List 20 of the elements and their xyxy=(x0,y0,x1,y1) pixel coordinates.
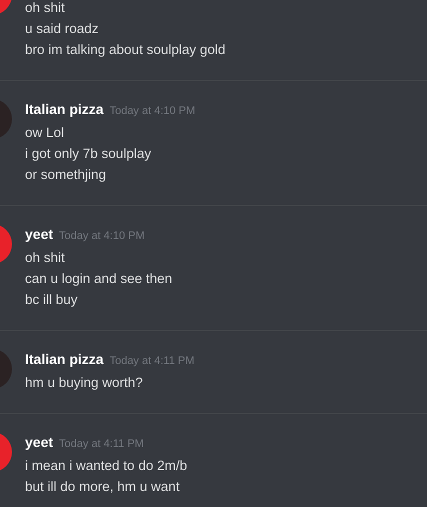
message-text: oh shit xyxy=(25,0,66,17)
message-text: but ill do more, hm u want xyxy=(25,478,181,496)
message-text: oh shit xyxy=(25,249,66,267)
message-text: or somethjing xyxy=(25,166,108,184)
message-text: ow Lol xyxy=(25,124,66,142)
username[interactable]: Italian pizza xyxy=(25,99,104,120)
message-text: i mean i wanted to do 2m/b xyxy=(25,457,188,475)
username[interactable]: yeet xyxy=(25,224,54,245)
username[interactable]: yeet xyxy=(25,432,54,453)
message-text: u said roadz xyxy=(25,20,100,38)
username[interactable]: Italian pizza xyxy=(25,349,104,370)
timestamp: Today at 4:11 PM xyxy=(59,437,144,452)
message-text: bc ill buy xyxy=(25,291,79,309)
message-text: i got only 7b soulplay xyxy=(25,145,152,163)
message-text: bro im talking about soulplay gold xyxy=(25,41,226,59)
message-text: can u login and see then xyxy=(25,270,172,288)
message-text: hm u buying worth? xyxy=(25,374,144,392)
timestamp: Today at 4:10 PM xyxy=(59,229,145,244)
timestamp: Today at 4:11 PM xyxy=(110,354,194,369)
timestamp: Today at 4:10 PM xyxy=(110,104,196,119)
